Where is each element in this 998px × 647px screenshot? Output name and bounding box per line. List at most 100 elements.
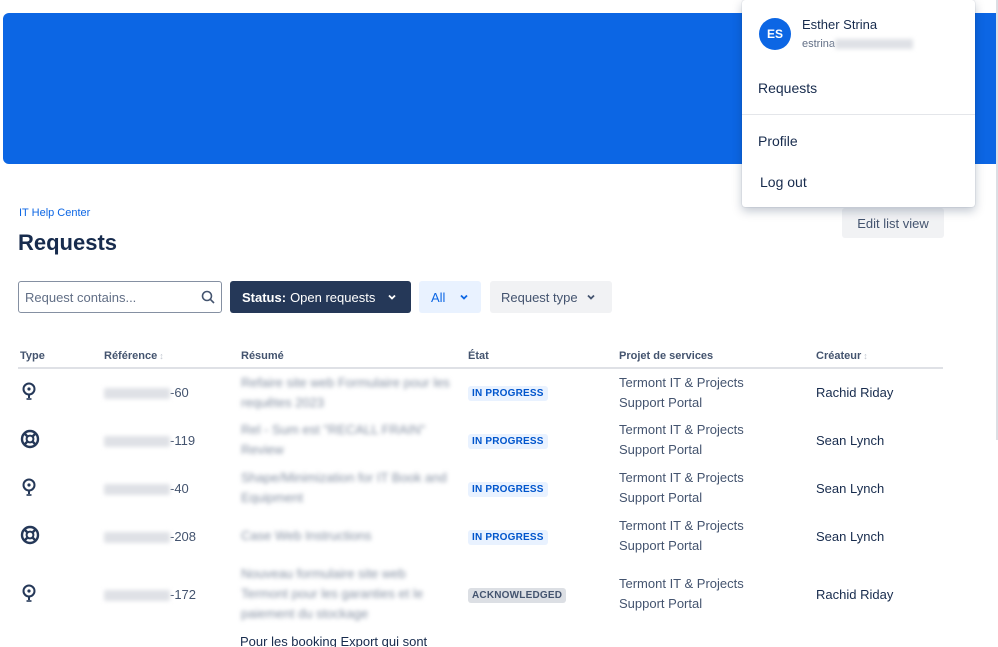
requests-table: Type Référence ↕ Résumé État Projet de se…: [18, 344, 943, 628]
menu-divider: [742, 114, 975, 115]
lifebuoy-icon: [20, 429, 40, 452]
summary-cell[interactable]: Shape/Minimization for IT Book and Equip…: [239, 464, 466, 512]
menu-item-profile[interactable]: Profile: [758, 133, 798, 149]
reference-cell[interactable]: -40: [102, 464, 239, 512]
avatar: ES: [759, 18, 791, 50]
project-cell: Termont IT & Projects Support Portal: [617, 464, 814, 512]
summary-text[interactable]: Refaire site web Formulaire pour les req…: [241, 373, 451, 413]
summary-cell[interactable]: Refaire site web Formulaire pour les req…: [239, 368, 466, 416]
page-title: Requests: [18, 230, 118, 255]
column-header-type: Type: [18, 344, 102, 369]
table-row[interactable]: -60 Refaire site web Formulaire pour les…: [18, 368, 943, 416]
reference-cell[interactable]: -60: [102, 368, 239, 416]
search-box[interactable]: [18, 281, 222, 313]
creator-cell: Rachid Riday: [816, 385, 894, 400]
redacted-reference: [104, 589, 170, 601]
reference-cell[interactable]: -172: [102, 560, 239, 628]
chevron-down-icon: [459, 292, 469, 302]
type-cell: [18, 416, 102, 464]
project-line-2: Support Portal: [619, 596, 703, 611]
reference-cell[interactable]: -119: [102, 416, 239, 464]
status-badge: IN PROGRESS: [468, 433, 548, 449]
project-line-1: Termont IT & Projects: [619, 518, 744, 533]
user-name: Esther Strina: [802, 17, 878, 32]
project-cell: Termont IT & Projects Support Portal: [617, 560, 814, 628]
table-row[interactable]: -119 Rel - Sum est "RECALL FRAIN" Review…: [18, 416, 943, 464]
all-filter-label: All: [431, 289, 446, 305]
status-badge: IN PROGRESS: [468, 529, 548, 545]
sort-icon[interactable]: ↕: [159, 351, 164, 361]
creator-cell: Sean Lynch: [816, 480, 885, 496]
table-row[interactable]: -208 Case Web Instructions IN PROGRESS T…: [18, 512, 943, 560]
column-header-status: État: [466, 344, 617, 369]
redacted-reference: [104, 435, 170, 447]
search-icon[interactable]: [201, 289, 215, 305]
summary-text[interactable]: Shape/Minimization for IT Book and Equip…: [241, 468, 451, 508]
reference-number[interactable]: -40: [170, 481, 189, 496]
status-cell: IN PROGRESS: [466, 416, 617, 464]
creator-cell: Sean Lynch: [816, 528, 885, 544]
project-cell: Termont IT & Projects Support Portal: [617, 512, 814, 560]
menu-item-logout[interactable]: Log out: [760, 174, 807, 190]
project-cell: Termont IT & Projects Support Portal: [617, 368, 814, 416]
status-cell: IN PROGRESS: [466, 368, 617, 416]
project-line-2: Support Portal: [619, 490, 703, 505]
lifebuoy-icon: [20, 525, 40, 548]
reference-number[interactable]: -208: [170, 529, 196, 544]
edit-list-view-button[interactable]: Edit list view: [842, 208, 944, 238]
request-type-filter-label: Request type: [501, 289, 578, 305]
summary-cell[interactable]: Nouveau formulaire site web Termont pour…: [239, 560, 466, 628]
status-filter-prefix: Status:: [242, 289, 287, 305]
redacted-reference: [104, 483, 170, 495]
column-header-summary: Résumé: [239, 344, 466, 369]
column-header-reference[interactable]: Référence ↕: [102, 344, 239, 369]
chevron-down-icon: [586, 292, 596, 302]
sort-icon[interactable]: ↕: [863, 351, 868, 361]
type-cell: [18, 464, 102, 512]
reference-number[interactable]: -172: [170, 587, 196, 602]
all-filter-button[interactable]: All: [419, 281, 481, 313]
request-type-filter-button[interactable]: Request type: [490, 281, 612, 313]
reference-number[interactable]: -119: [170, 433, 195, 448]
user-email: estrina: [802, 38, 914, 50]
reference-number[interactable]: -60: [170, 385, 189, 400]
lightbulb-icon: [20, 382, 38, 404]
redacted-reference: [104, 388, 170, 400]
project-line-1: Termont IT & Projects: [619, 576, 744, 591]
partial-row-summary[interactable]: Pour les booking Export qui sont: [240, 634, 427, 647]
table-row[interactable]: -172 Nouveau formulaire site web Termont…: [18, 560, 943, 628]
status-filter-button[interactable]: Status: Open requests: [230, 281, 411, 313]
lightbulb-icon: [20, 584, 38, 606]
summary-text[interactable]: Case Web Instructions: [241, 526, 451, 546]
type-cell: [18, 560, 102, 628]
search-input[interactable]: [25, 289, 201, 305]
type-cell: [18, 512, 102, 560]
project-line-1: Termont IT & Projects: [619, 470, 744, 485]
table-header-row: Type Référence ↕ Résumé État Projet de se…: [18, 344, 943, 369]
type-cell: [18, 368, 102, 416]
summary-cell[interactable]: Rel - Sum est "RECALL FRAIN" Review: [239, 416, 466, 464]
summary-cell[interactable]: Case Web Instructions: [239, 512, 466, 560]
breadcrumb[interactable]: IT Help Center: [19, 207, 90, 219]
project-line-2: Support Portal: [619, 394, 703, 410]
status-badge: ACKNOWLEDGED: [468, 587, 567, 603]
reference-cell[interactable]: -208: [102, 512, 239, 560]
status-cell: IN PROGRESS: [466, 512, 617, 560]
summary-text[interactable]: Rel - Sum est "RECALL FRAIN" Review: [241, 420, 451, 460]
project-line-2: Support Portal: [619, 538, 703, 553]
creator-cell: Rachid Riday: [816, 586, 894, 602]
lightbulb-icon: [20, 478, 38, 500]
project-cell: Termont IT & Projects Support Portal: [617, 416, 814, 464]
project-line-1: Termont IT & Projects: [619, 374, 744, 390]
user-email-prefix: estrina: [802, 38, 836, 50]
table-row[interactable]: -40 Shape/Minimization for IT Book and E…: [18, 464, 943, 512]
menu-item-requests[interactable]: Requests: [758, 80, 817, 96]
column-header-creator[interactable]: Créateur ↕: [814, 344, 943, 369]
status-cell: ACKNOWLEDGED: [466, 560, 617, 628]
user-menu: ES Esther Strina estrina Requests Profil…: [742, 0, 975, 207]
summary-text[interactable]: Nouveau formulaire site web Termont pour…: [241, 564, 451, 624]
status-badge: IN PROGRESS: [468, 481, 548, 497]
project-line-2: Support Portal: [619, 442, 703, 457]
creator-cell: Sean Lynch: [816, 432, 885, 448]
redacted-email: [835, 39, 914, 50]
